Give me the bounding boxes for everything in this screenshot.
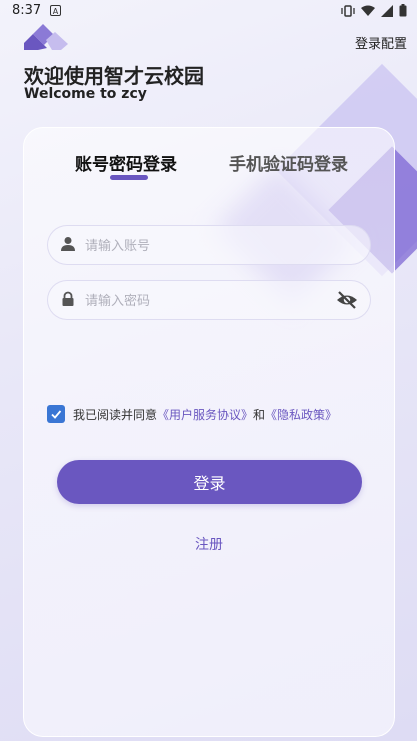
signal-icon <box>381 4 393 17</box>
account-input[interactable] <box>83 226 337 266</box>
welcome-subtitle: Welcome to zcy <box>24 86 147 102</box>
agreement-prefix: 我已阅读并同意 <box>73 407 158 422</box>
hide-password-icon[interactable] <box>336 290 358 310</box>
welcome-title: 欢迎使用智才云校园 <box>24 64 204 88</box>
tab-sms-login[interactable]: 手机验证码登录 <box>229 150 348 175</box>
tab-account-login[interactable]: 账号密码登录 <box>75 150 177 175</box>
status-time: 8:37 <box>12 3 42 18</box>
login-button[interactable]: 登录 <box>57 460 362 504</box>
app-logo <box>24 24 68 50</box>
agree-checkbox[interactable] <box>47 405 65 423</box>
wifi-icon <box>361 5 375 16</box>
vibrate-icon <box>341 4 355 17</box>
lock-icon <box>62 291 74 306</box>
active-tab-indicator <box>110 175 148 180</box>
status-icons <box>341 4 407 17</box>
agreement-conjunction: 和 <box>253 407 266 422</box>
agreement-row: 我已阅读并同意 《用户服务协议》 和 《隐私政策》 <box>47 405 337 423</box>
battery-icon <box>399 4 407 17</box>
user-agreement-link[interactable]: 《用户服务协议》 <box>157 406 253 423</box>
privacy-policy-link[interactable]: 《隐私政策》 <box>265 406 337 423</box>
password-input[interactable] <box>83 281 337 321</box>
status-bar: 8:37 A <box>0 0 417 24</box>
user-icon <box>61 237 75 251</box>
register-link[interactable]: 注册 <box>24 534 394 554</box>
check-icon <box>51 410 62 419</box>
notification-icon: A <box>50 5 61 16</box>
password-field <box>47 280 371 321</box>
login-settings-link[interactable]: 登录配置 <box>355 33 407 52</box>
login-card: 账号密码登录 手机验证码登录 我已阅读并同意 《用户服务协议》 和 《隐私政策》… <box>23 127 395 737</box>
account-field <box>47 225 371 266</box>
